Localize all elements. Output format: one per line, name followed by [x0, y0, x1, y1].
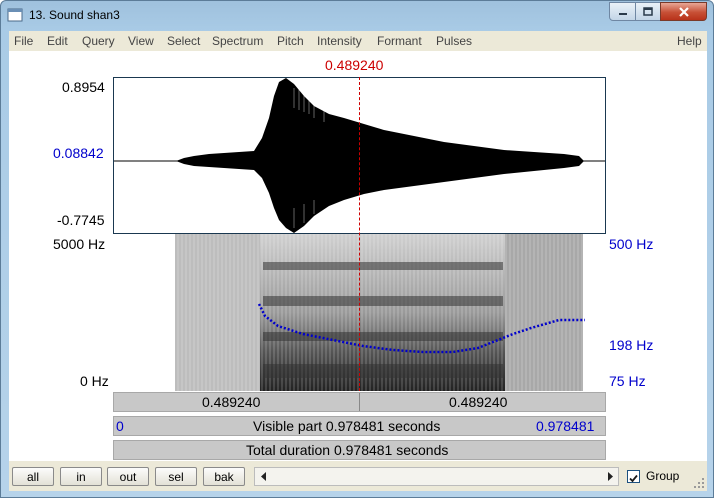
group-checkbox[interactable]: [627, 470, 640, 483]
menu-file[interactable]: File: [14, 34, 33, 48]
scroll-left-arrow-icon[interactable]: [255, 468, 272, 485]
pitch-bottom-label: 75 Hz: [609, 373, 646, 389]
close-icon: [678, 6, 689, 17]
visible-part-bar[interactable]: 0 Visible part 0.978481 seconds 0.978481: [113, 416, 606, 436]
title-bar[interactable]: 13. Sound shan3: [1, 1, 713, 31]
menu-intensity[interactable]: Intensity: [317, 34, 362, 48]
spectrogram-top-label: 5000 Hz: [53, 236, 106, 252]
sel-button[interactable]: sel: [155, 467, 197, 486]
maximize-button[interactable]: [635, 2, 661, 21]
waveform-max-label: 0.8954: [62, 79, 105, 95]
scroll-right-arrow-icon[interactable]: [601, 468, 618, 485]
menu-pitch[interactable]: Pitch: [277, 34, 304, 48]
selection-divider: [359, 393, 360, 411]
selection-bar[interactable]: 0.489240 0.489240: [113, 392, 606, 412]
visible-end-label: 0.978481: [536, 418, 595, 434]
menu-spectrum[interactable]: Spectrum: [212, 34, 263, 48]
bottom-toolbar: all in out sel bak Group: [9, 461, 707, 491]
group-label: Group: [646, 469, 680, 483]
editor-client-area: File Edit Query View Select Spectrum Pit…: [9, 31, 707, 491]
waveform-cursor-value-label: 0.08842: [53, 145, 104, 161]
window-title: 13. Sound shan3: [29, 8, 120, 22]
horizontal-scrollbar[interactable]: [254, 467, 619, 486]
pitch-cursor-label: 198 Hz: [609, 337, 654, 353]
out-button[interactable]: out: [107, 467, 149, 486]
selection-left-label: 0.489240: [202, 394, 261, 410]
visible-part-text: Visible part 0.978481 seconds: [253, 418, 441, 434]
menu-pulses[interactable]: Pulses: [436, 34, 472, 48]
resize-grip-icon[interactable]: [693, 477, 705, 489]
pitch-top-label: 500 Hz: [609, 236, 654, 252]
total-duration-bar[interactable]: Total duration 0.978481 seconds: [113, 440, 606, 460]
maximize-icon: [643, 6, 653, 16]
total-duration-text: Total duration 0.978481 seconds: [246, 442, 449, 458]
checkmark-icon: [629, 474, 638, 483]
editor-window: 13. Sound shan3 File Edit Query View Sel…: [0, 0, 714, 498]
sound-plot-area: 0.489240 0.8954 0.08842 -0.7745 5000 Hz …: [9, 51, 707, 461]
menu-view[interactable]: View: [128, 34, 154, 48]
in-button[interactable]: in: [60, 467, 102, 486]
spectrogram-bottom-label: 0 Hz: [80, 373, 109, 389]
menu-select[interactable]: Select: [167, 34, 200, 48]
bak-button[interactable]: bak: [203, 467, 245, 486]
menu-bar: File Edit Query View Select Spectrum Pit…: [9, 31, 707, 51]
app-icon: [7, 8, 23, 22]
menu-formant[interactable]: Formant: [377, 34, 422, 48]
selection-right-label: 0.489240: [449, 394, 508, 410]
all-button[interactable]: all: [12, 467, 54, 486]
minimize-icon: [618, 12, 627, 15]
visible-start-label: 0: [116, 418, 124, 434]
menu-help[interactable]: Help: [677, 34, 702, 48]
close-button[interactable]: [660, 2, 707, 21]
menu-edit[interactable]: Edit: [47, 34, 68, 48]
menu-query[interactable]: Query: [82, 34, 115, 48]
waveform-min-label: -0.7745: [57, 212, 105, 228]
cursor-time-label: 0.489240: [325, 57, 384, 73]
minimize-button[interactable]: [609, 2, 636, 21]
cursor-line: [359, 77, 360, 391]
